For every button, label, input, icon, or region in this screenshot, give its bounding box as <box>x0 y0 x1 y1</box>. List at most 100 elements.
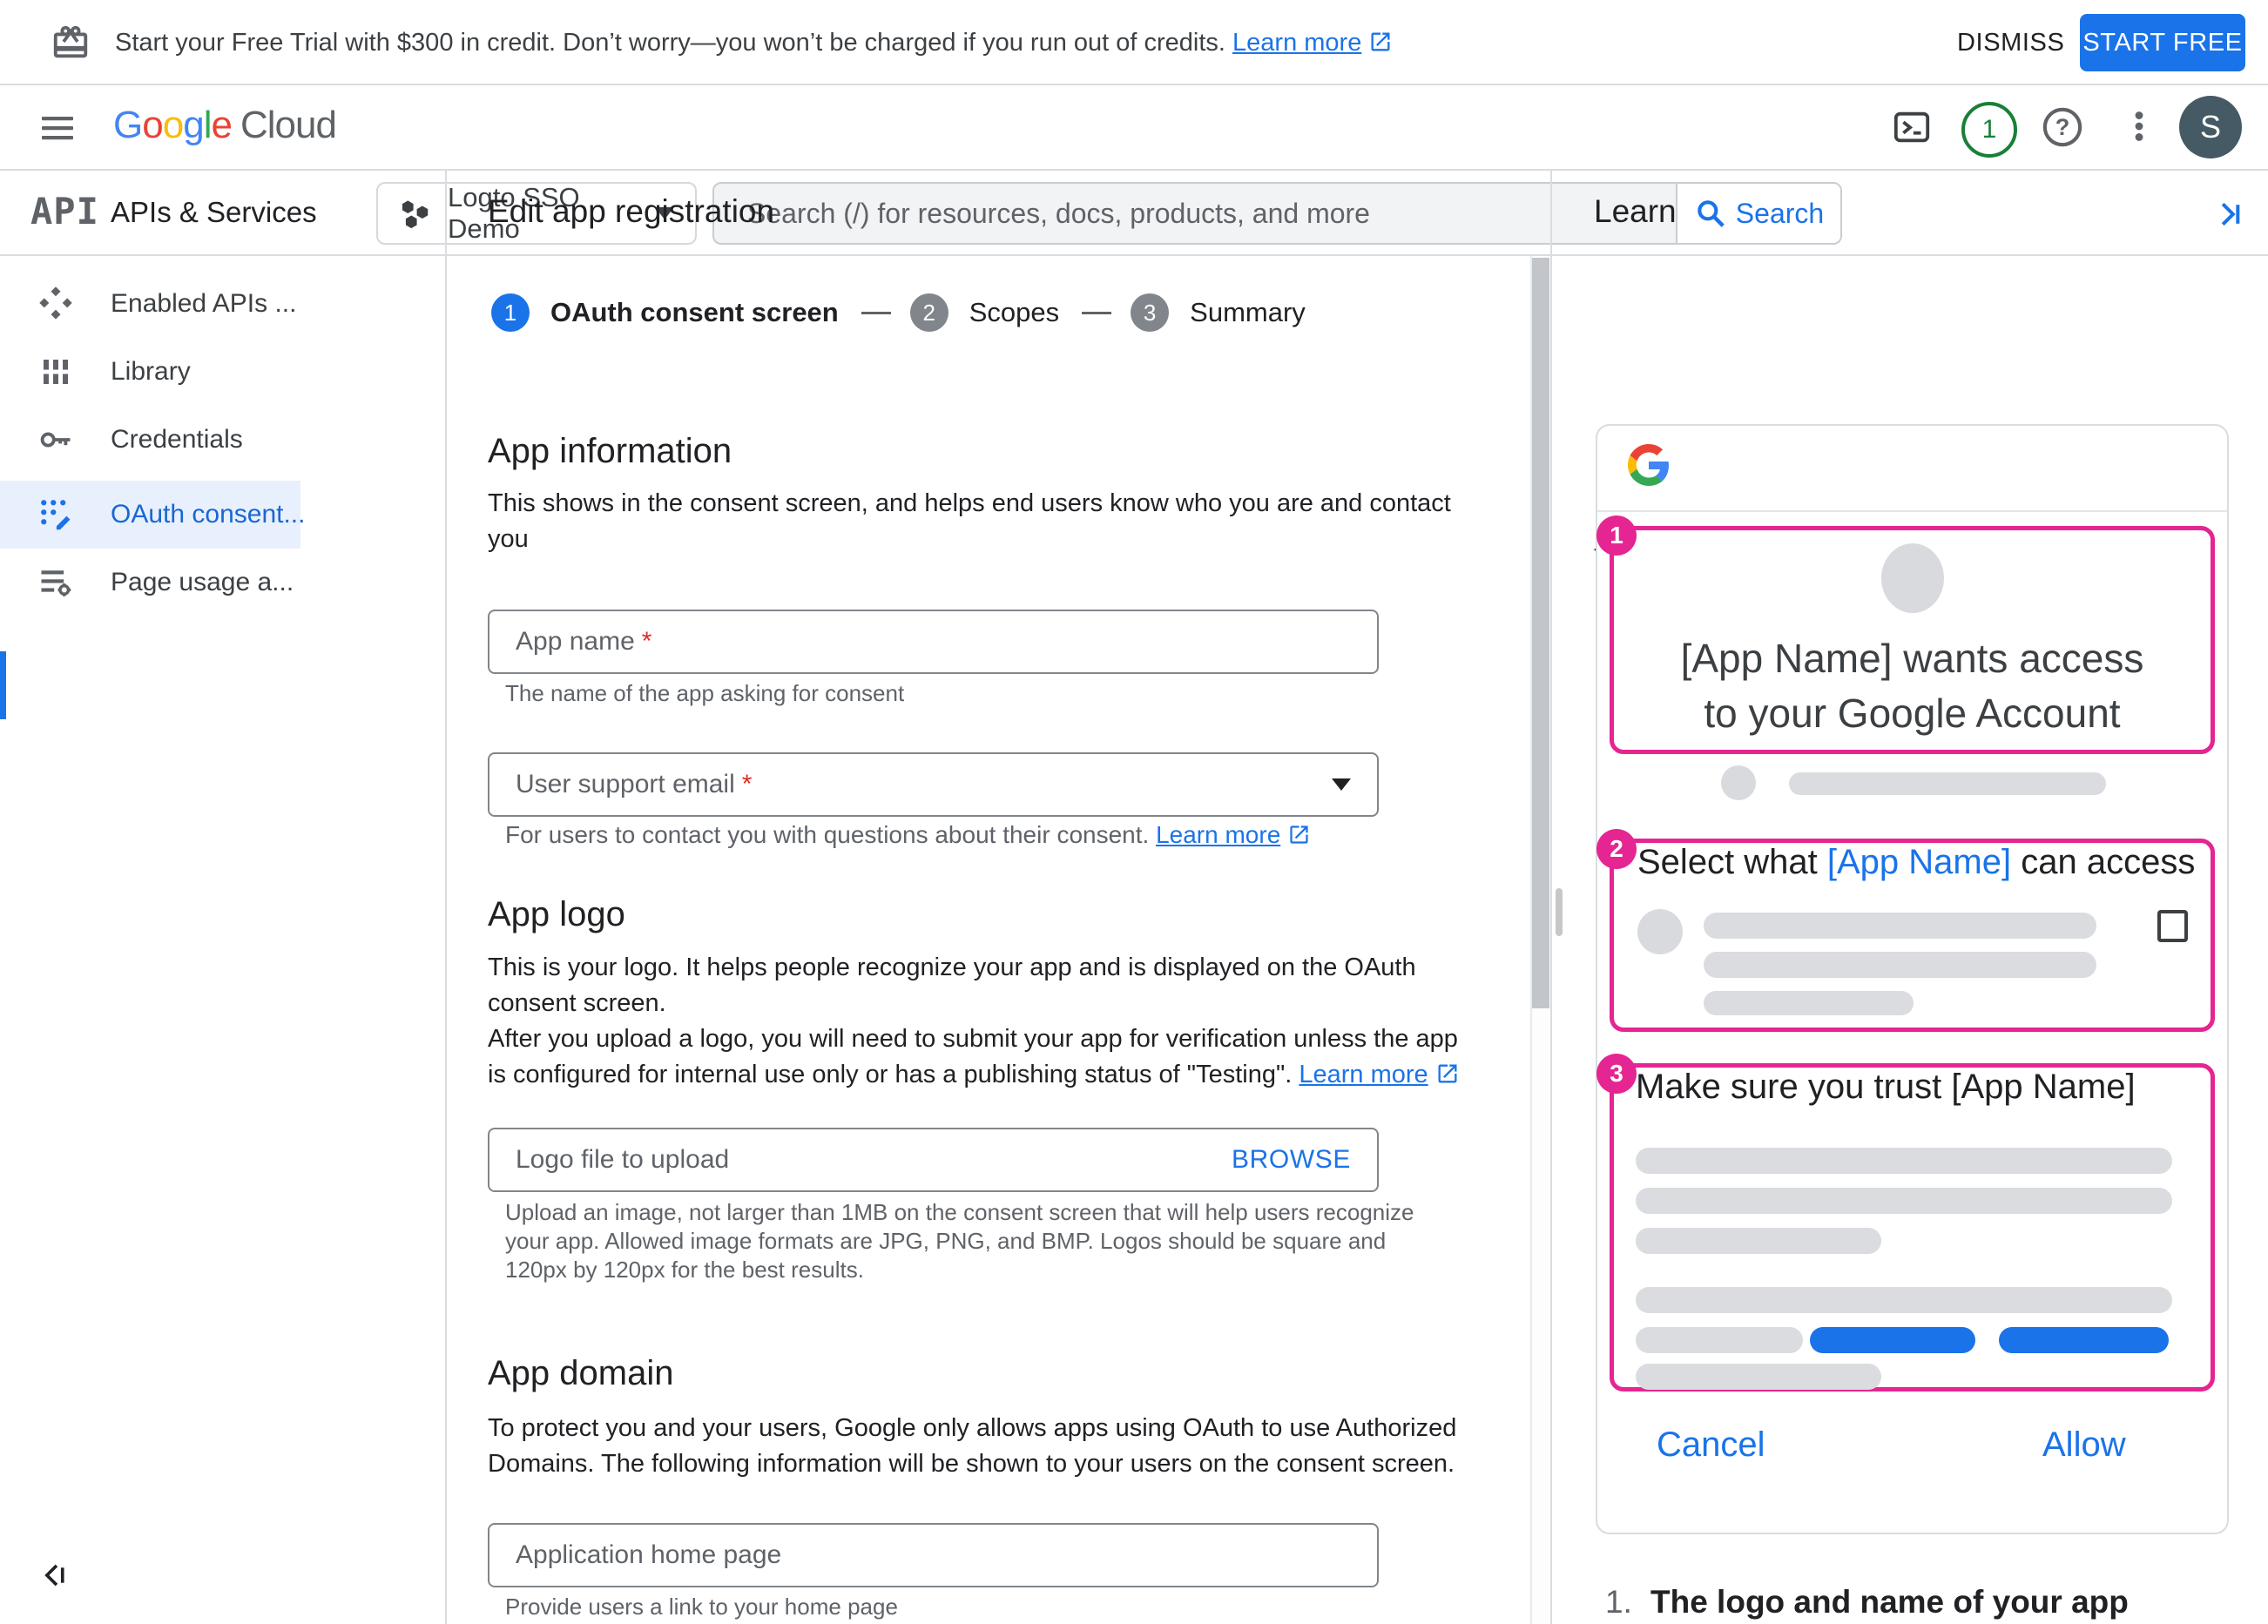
sidebar-item-label: Library <box>111 357 191 386</box>
logo-letter: e <box>211 104 233 146</box>
stepper: 1 OAuth consent screen 2 Scopes 3 Summar… <box>491 293 1306 332</box>
free-trial-banner: Start your Free Trial with $300 in credi… <box>0 0 2268 84</box>
email-learn-more-link[interactable]: Learn more <box>1156 821 1280 848</box>
sidebar-item-label: Enabled APIs ... <box>111 289 297 318</box>
required-asterisk: * <box>741 770 753 799</box>
app-logo-learn-more-link[interactable]: Learn more <box>1299 1061 1428 1088</box>
sidebar-item-label: Credentials <box>111 425 243 454</box>
trust-text-bar <box>1636 1188 2172 1214</box>
annotation-badge-1: 1 <box>1596 516 1637 556</box>
step-label-scopes[interactable]: Scopes <box>969 297 1059 328</box>
avatar: S <box>2179 96 2242 158</box>
selected-indicator <box>0 651 6 719</box>
account-placeholder-circle <box>1721 765 1756 800</box>
app-domain-heading: App domain <box>488 1354 674 1392</box>
footnote-number: 1. <box>1605 1584 1632 1620</box>
logo-file-field[interactable]: Logo file to upload BROWSE <box>488 1128 1379 1192</box>
logo-helper-line: Upload an image, not larger than 1MB on … <box>505 1199 1414 1225</box>
banner-learn-more-link[interactable]: Learn more <box>1232 29 1361 57</box>
sidebar-item-library[interactable]: Library <box>0 338 300 406</box>
app-information-desc-line: you <box>488 525 529 553</box>
collapse-right-icon[interactable] <box>2211 197 2245 236</box>
scopes-title-suffix: can access <box>2011 843 2196 881</box>
avatar-initial: S <box>2199 109 2221 145</box>
scope-checkbox <box>2157 910 2188 942</box>
collapse-left-icon[interactable] <box>37 1559 70 1596</box>
help-icon[interactable]: ? <box>2040 104 2085 150</box>
oauth-consent-icon <box>35 495 77 534</box>
app-logo-desc-text: is configured for internal use only or h… <box>488 1061 1299 1088</box>
dismiss-button[interactable]: DISMISS <box>1957 29 2064 57</box>
learn-scrollbar-thumb[interactable] <box>1556 888 1563 936</box>
user-support-email-dropdown[interactable]: User support email * <box>488 752 1379 817</box>
app-logo-desc-line: After you upload a logo, you will need t… <box>488 1025 1458 1053</box>
home-page-label: Application home page <box>516 1540 782 1569</box>
sidebar-title: APIs & Services <box>111 196 317 228</box>
email-label: User support email <box>516 770 735 799</box>
trust-text-bar <box>1636 1287 2172 1313</box>
logo-letter: g <box>183 104 205 146</box>
start-free-button[interactable]: START FREE <box>2080 14 2245 71</box>
chevron-down-icon <box>1332 778 1351 791</box>
learn-panel-title: Learn <box>1594 193 1677 229</box>
key-icon <box>35 421 77 459</box>
step-connector <box>1082 311 1112 314</box>
sidebar-item-credentials[interactable]: Credentials <box>0 406 300 474</box>
app-logo-desc-line: consent screen. <box>488 989 666 1017</box>
account-placeholder-bar <box>1789 772 2106 795</box>
main-scrollbar-thumb[interactable] <box>1532 258 1549 1008</box>
allow-button: Allow <box>2042 1425 2126 1464</box>
app-information-desc-line: This shows in the consent screen, and he… <box>488 489 1451 517</box>
google-g-logo <box>1628 444 1670 490</box>
account-avatar[interactable]: S <box>2179 96 2242 158</box>
app-logo-placeholder <box>1881 543 1944 613</box>
scopes-section-title: Select what [App Name] can access <box>1637 843 2195 882</box>
sidebar-item-page-usage[interactable]: Page usage a... <box>0 549 300 617</box>
application-home-page-field[interactable]: Application home page <box>488 1523 1379 1587</box>
cancel-button: Cancel <box>1657 1425 1765 1464</box>
annotation-badge-3: 3 <box>1596 1054 1637 1094</box>
api-logo: API <box>30 190 99 232</box>
scope-text-bar <box>1704 991 1914 1015</box>
google-cloud-logo[interactable]: Google Cloud <box>113 104 337 147</box>
scope-text-bar <box>1704 913 2096 939</box>
app-domain-desc-line: Domains. The following information will … <box>488 1450 1455 1478</box>
cloud-shell-terminal-icon[interactable] <box>1892 107 1932 147</box>
logo-letter: o <box>162 104 185 146</box>
notification-count: 1 <box>1981 115 1997 144</box>
trust-link-bar <box>1810 1327 1975 1353</box>
gift-icon <box>51 23 91 67</box>
step-circle-1: 1 <box>491 293 530 332</box>
vertical-dots-icon[interactable] <box>2119 106 2159 146</box>
google-cloud-console: Start your Free Trial with $300 in credi… <box>0 0 2268 1624</box>
app-logo-heading: App logo <box>488 895 625 933</box>
notifications-button[interactable]: 1 <box>1961 102 2017 158</box>
sidebar: API APIs & Services Enabled APIs ... Lib… <box>0 171 445 1624</box>
app-domain-desc-line: To protect you and your users, Google on… <box>488 1414 1457 1442</box>
logo-cloud-word: Cloud <box>240 104 337 146</box>
consent-title-line2: to your Google Account <box>1704 691 2121 736</box>
step-circle-3: 3 <box>1131 293 1170 332</box>
trust-text-bar <box>1636 1327 1803 1353</box>
email-helper-text: For users to contact you with questions … <box>505 821 1157 848</box>
hamburger-icon[interactable] <box>37 107 78 153</box>
trust-text-bar <box>1636 1148 2172 1174</box>
library-icon <box>35 354 77 390</box>
sidebar-item-oauth-consent[interactable]: OAuth consent... <box>0 481 305 549</box>
app-name-field[interactable]: App name * <box>488 610 1379 674</box>
sidebar-item-label: Page usage a... <box>111 568 294 596</box>
enabled-apis-icon <box>35 285 77 323</box>
logo-letter: o <box>142 104 164 146</box>
scope-icon-placeholder <box>1637 909 1683 954</box>
sidebar-item-enabled-apis[interactable]: Enabled APIs ... <box>0 270 300 338</box>
step-connector <box>861 311 891 314</box>
logo-helper-line: 120px by 120px for the best results. <box>505 1257 864 1283</box>
browse-button[interactable]: BROWSE <box>1232 1145 1351 1175</box>
step-label-oauth-consent-screen[interactable]: OAuth consent screen <box>550 297 839 328</box>
step-label-summary[interactable]: Summary <box>1190 297 1306 328</box>
app-logo-desc-line: is configured for internal use only or h… <box>488 1057 1460 1096</box>
home-page-helper: Provide users a link to your home page <box>505 1594 898 1620</box>
banner-text: Start your Free Trial with $300 in credi… <box>115 29 1225 57</box>
required-asterisk: * <box>641 627 652 656</box>
trust-text-bar <box>1636 1228 1881 1254</box>
